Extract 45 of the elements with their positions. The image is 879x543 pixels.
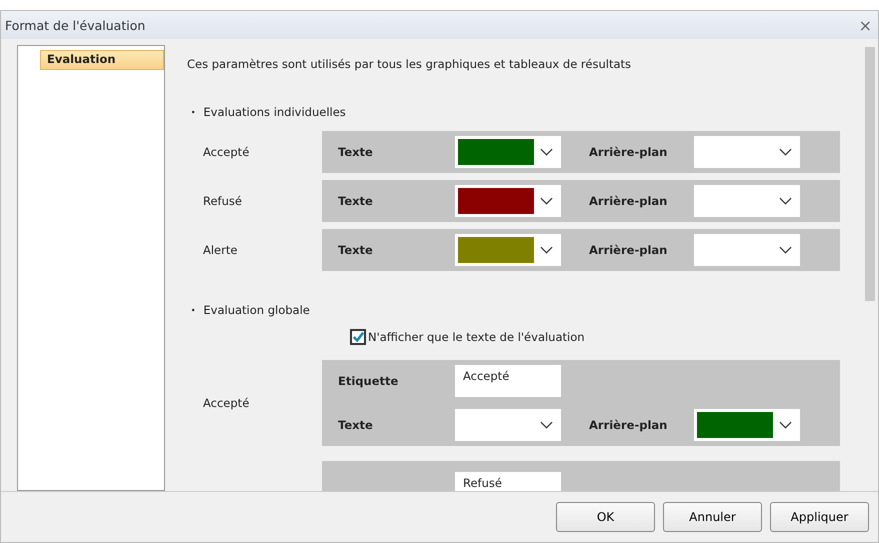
row-label: Accepté [202, 396, 250, 410]
row-label: Alerte [202, 243, 238, 257]
field-label: Texte [338, 243, 374, 257]
window-title: Format de l'évaluation [5, 18, 146, 32]
chevron-down-icon [779, 421, 792, 429]
field-label: Arrière-plan [589, 243, 668, 257]
chevron-down-icon [779, 197, 792, 205]
color-dropdown[interactable] [694, 136, 800, 168]
chevron-down-icon [540, 421, 553, 429]
chevron-down-icon [779, 246, 792, 254]
checkbox-label: N'afficher que le texte de l'évaluation [368, 330, 585, 344]
dialog-button[interactable]: Appliquer [770, 502, 869, 532]
scrollbar-thumb[interactable] [865, 47, 875, 301]
bullet: · [191, 303, 196, 317]
text-field[interactable]: Accepté [455, 365, 561, 397]
dialog-button[interactable]: OK [556, 502, 655, 532]
checkbox[interactable] [350, 329, 366, 345]
description-text: Ces paramètres sont utilisés par tous les graphiques et tableaux de résultats [187, 57, 632, 71]
color-dropdown[interactable] [455, 234, 561, 266]
field-label: Arrière-plan [589, 145, 668, 159]
field-label: Etiquette [338, 374, 400, 388]
sidebar-item[interactable]: Evaluation [40, 50, 164, 70]
row-label: Accepté [202, 145, 250, 159]
bullet: · [191, 105, 196, 119]
field-label: Arrière-plan [589, 194, 668, 208]
field-label: Texte [338, 194, 374, 208]
color-dropdown[interactable] [455, 185, 561, 217]
color-dropdown[interactable] [455, 409, 561, 441]
field-label: Texte [338, 145, 374, 159]
chevron-down-icon [540, 148, 553, 156]
color-dropdown[interactable] [694, 185, 800, 217]
color-dropdown[interactable] [455, 136, 561, 168]
section-heading: Evaluations individuelles [203, 105, 346, 119]
color-dropdown[interactable] [694, 234, 800, 266]
chevron-down-icon [540, 246, 553, 254]
dialog-button[interactable]: Annuler [663, 502, 762, 532]
text-field[interactable]: Refusé [455, 472, 561, 491]
chevron-down-icon [779, 148, 792, 156]
field-label: Texte [338, 418, 374, 432]
section-heading: Evaluation globale [203, 303, 310, 317]
row-label: Refusé [202, 194, 243, 208]
chevron-down-icon [540, 197, 553, 205]
field-label: Arrière-plan [589, 418, 668, 432]
close-button[interactable]: × [852, 16, 878, 34]
color-dropdown[interactable] [694, 409, 800, 441]
